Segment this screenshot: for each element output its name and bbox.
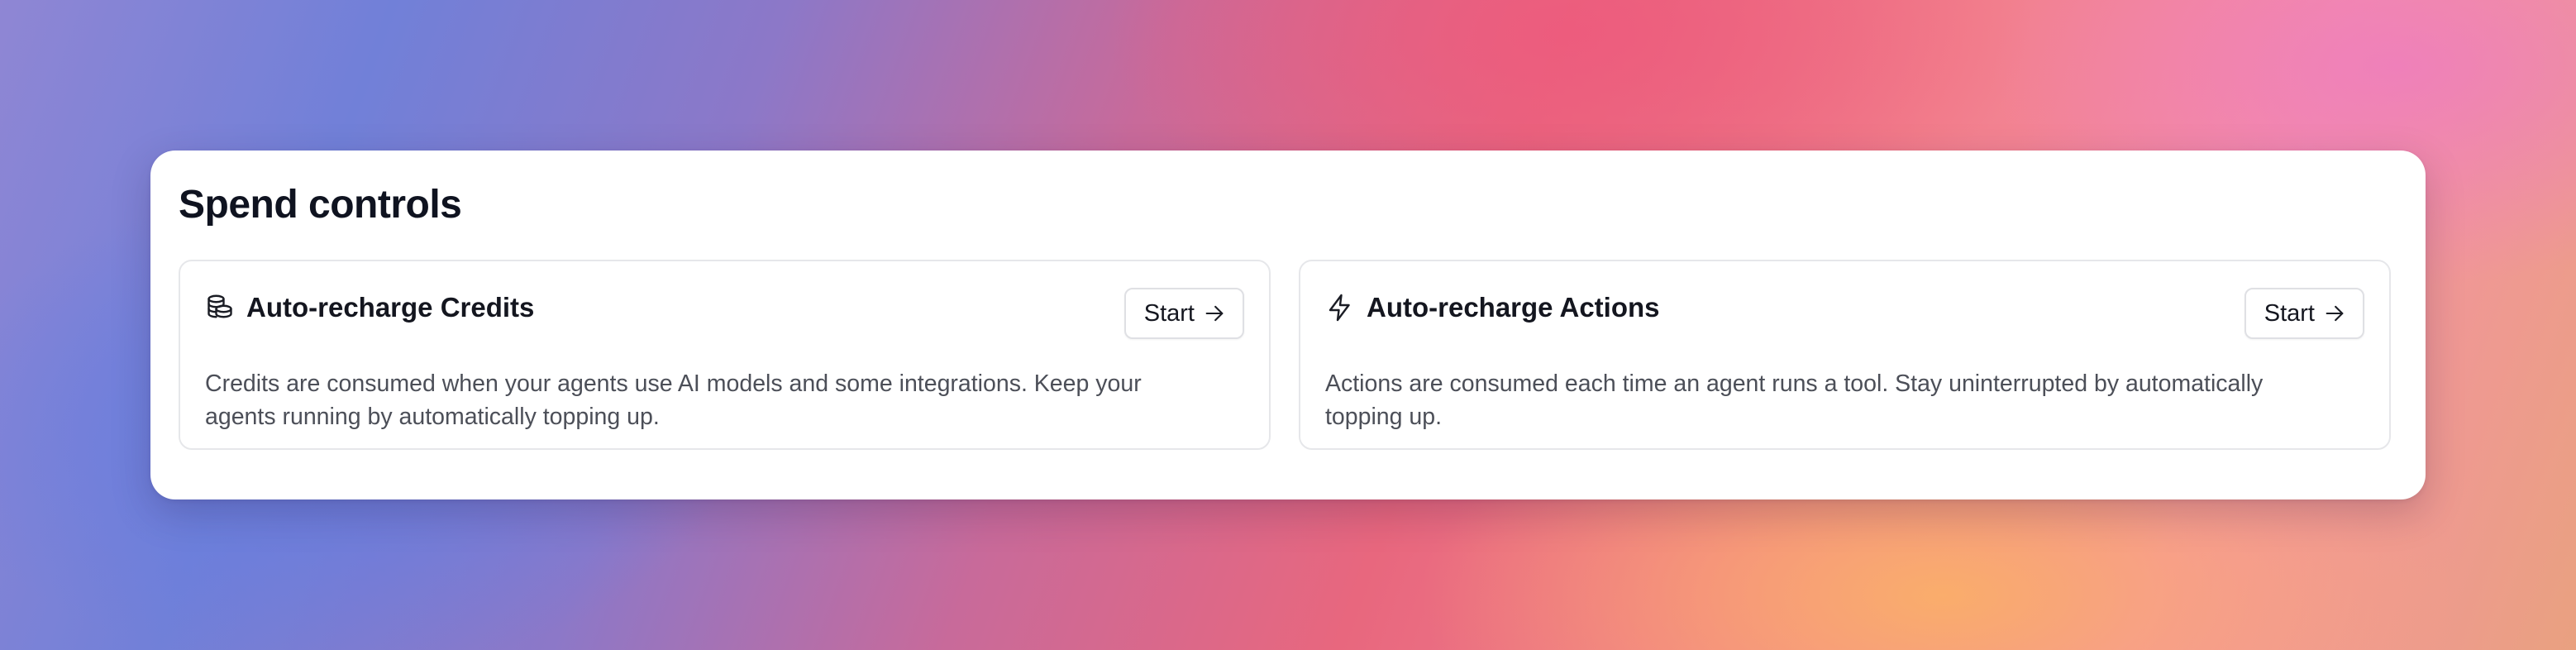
card-title: Auto-recharge Actions [1367, 292, 1660, 323]
lightning-bolt-icon [1325, 293, 1355, 323]
start-actions-button[interactable]: Start [2244, 288, 2364, 339]
arrow-right-icon [2323, 302, 2346, 325]
auto-recharge-credits-card: Auto-recharge Credits Start Credits are … [179, 260, 1271, 450]
auto-recharge-actions-card: Auto-recharge Actions Start Actions are … [1299, 260, 2391, 450]
cards-row: Auto-recharge Credits Start Credits are … [179, 260, 2391, 450]
card-header: Auto-recharge Actions [1325, 288, 2364, 327]
card-description: Credits are consumed when your agents us… [205, 370, 1142, 430]
panel-title: Spend controls [179, 183, 462, 227]
start-button-label: Start [2264, 299, 2315, 327]
start-button-label: Start [1143, 299, 1195, 327]
card-title: Auto-recharge Credits [246, 292, 535, 323]
spend-controls-panel: Spend controls Auto-recharge Credits Sta… [150, 151, 2426, 499]
card-header: Auto-recharge Credits [205, 288, 1244, 327]
coins-stack-icon [205, 293, 235, 323]
arrow-right-icon [1203, 302, 1226, 325]
start-credits-button[interactable]: Start [1123, 288, 1244, 339]
card-description: Actions are consumed each time an agent … [1325, 370, 2264, 430]
